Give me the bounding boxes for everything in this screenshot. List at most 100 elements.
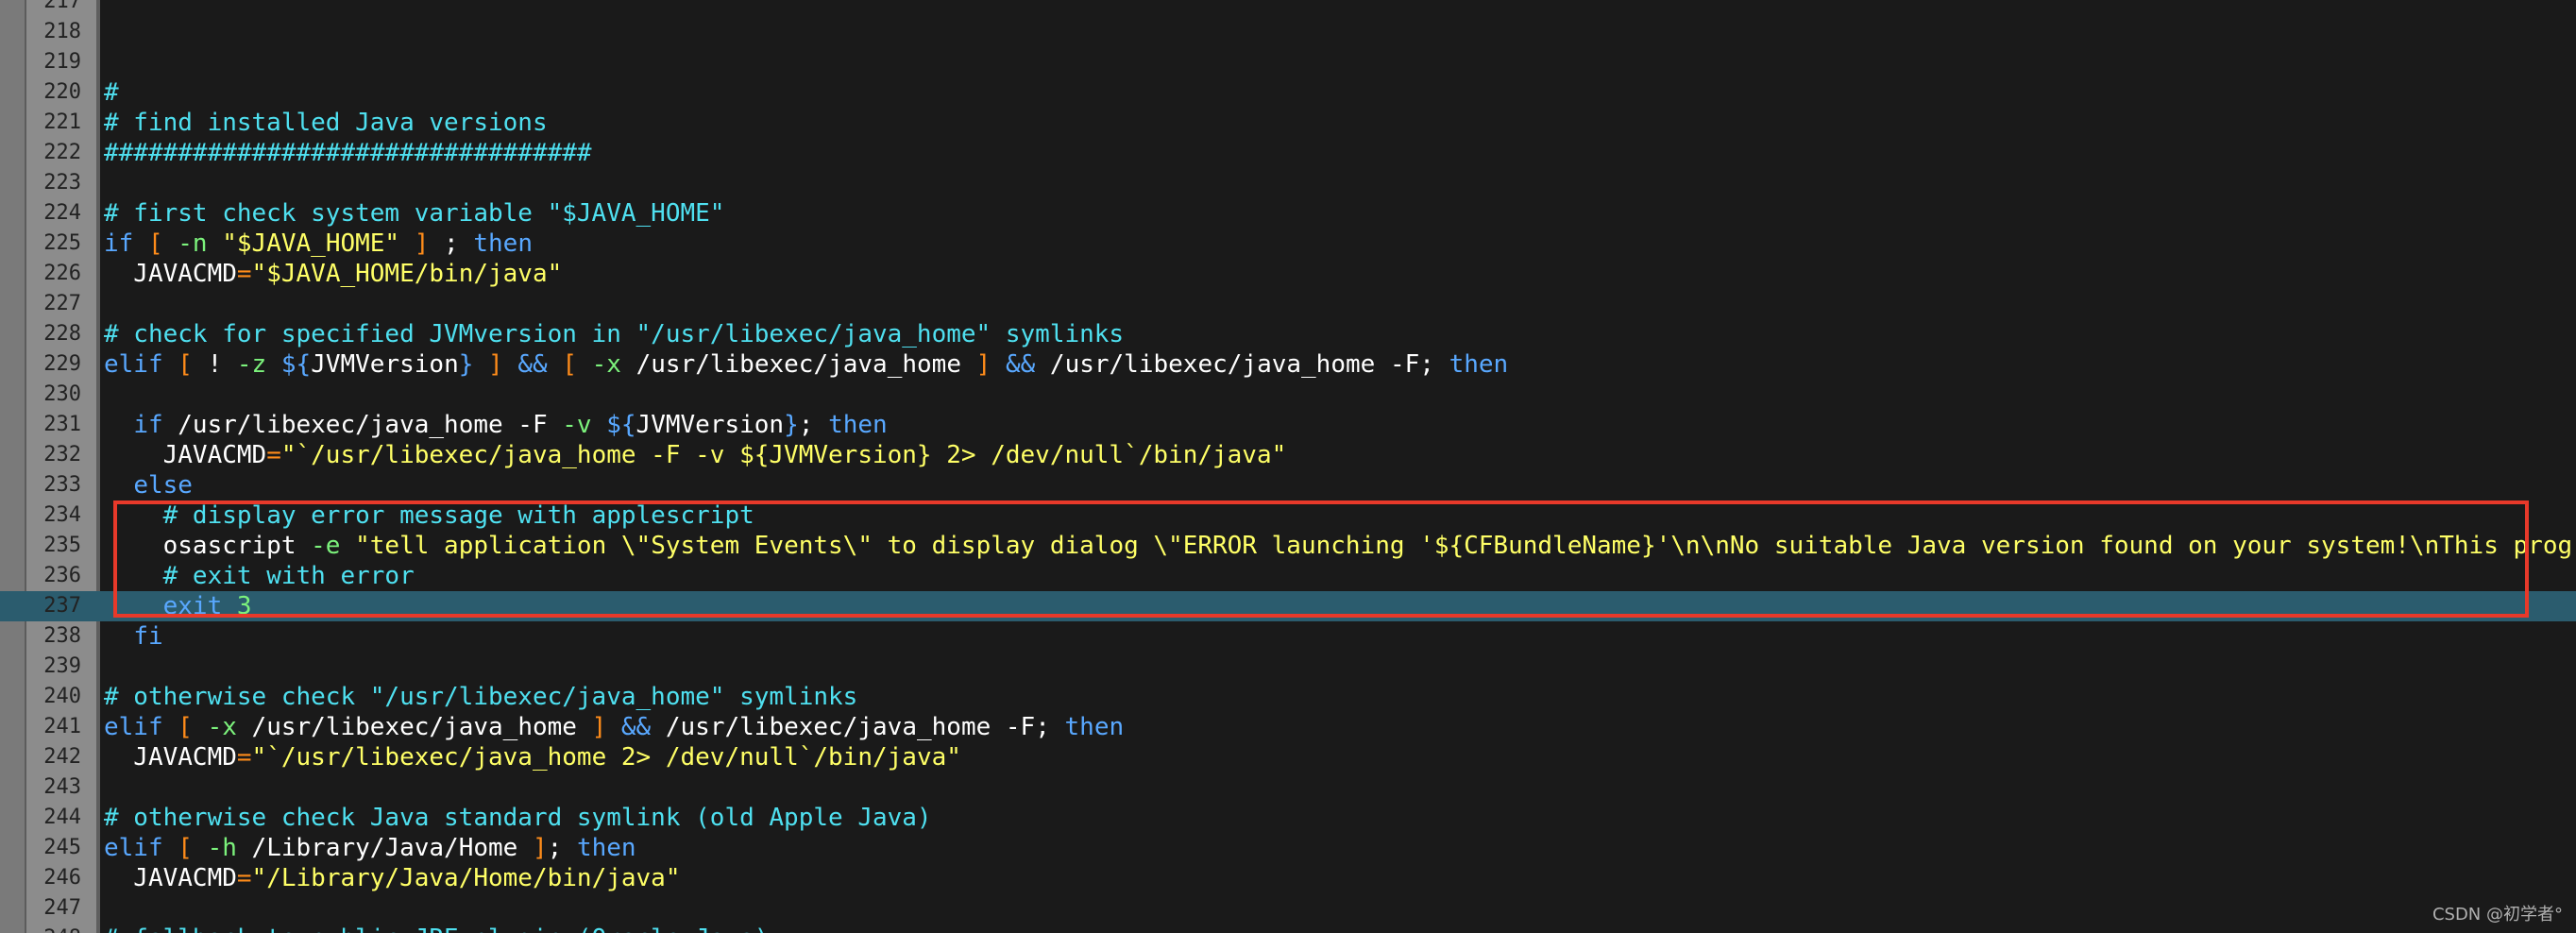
code-line[interactable]: 236 # exit with error xyxy=(0,561,2576,591)
code-line[interactable]: 229 elif [ ! -z ${JVMVersion} ] && [ -x /… xyxy=(0,349,2576,380)
code-line[interactable]: 223 xyxy=(0,168,2576,198)
line-code: fi xyxy=(104,621,162,652)
code-token: then xyxy=(1449,350,1509,379)
code-line[interactable]: 243 xyxy=(0,772,2576,803)
line-code: elif [ -x /usr/libexec/java_home ] && /u… xyxy=(104,712,1124,742)
line-number: 227 xyxy=(43,292,81,315)
code-token: then xyxy=(576,834,636,862)
line-number: 235 xyxy=(43,534,81,557)
line-number: 245 xyxy=(43,836,81,859)
code-line[interactable]: 235 osascript -e "tell application \"Sys… xyxy=(0,531,2576,561)
code-token: -x xyxy=(207,713,237,741)
code-line[interactable]: 245 elif [ -h /Library/Java/Home ]; then xyxy=(0,833,2576,863)
line-code: # otherwise check "/usr/libexec/java_hom… xyxy=(104,682,857,712)
code-token: -z xyxy=(236,350,267,379)
code-line[interactable]: 228 # check for specified JVMversion in "… xyxy=(0,319,2576,349)
code-token: ] xyxy=(414,229,430,258)
code-line[interactable]: 242 JAVACMD="`/usr/libexec/java_home 2> … xyxy=(0,742,2576,772)
line-code: osascript -e "tell application \"System … xyxy=(104,531,2573,561)
code-line[interactable]: 225 if [ -n "$JAVA_HOME" ] ; then xyxy=(0,229,2576,259)
code-token: JAVACMD xyxy=(104,441,267,469)
line-code: # check for specified JVMversion in "/us… xyxy=(104,319,1124,349)
line-code: if [ -n "$JAVA_HOME" ] ; then xyxy=(104,229,533,259)
code-editor[interactable]: 217 218 219 220 #221 # find installed Java ve… xyxy=(0,0,2576,933)
line-code: if /usr/libexec/java_home -F -v ${JVMVer… xyxy=(104,410,887,440)
code-line[interactable]: 222 ################################# xyxy=(0,138,2576,168)
code-token: -n xyxy=(178,229,208,258)
line-code: # first check system variable "$JAVA_HOM… xyxy=(104,198,724,229)
code-token: && xyxy=(620,713,652,741)
line-number: 234 xyxy=(43,503,81,527)
code-line[interactable]: 226 JAVACMD="$JAVA_HOME/bin/java" xyxy=(0,259,2576,289)
code-token: # otherwise check "/usr/libexec/java_hom… xyxy=(104,683,858,711)
code-line[interactable]: 221 # find installed Java versions xyxy=(0,108,2576,138)
code-token: # display error message with applescript xyxy=(162,501,754,530)
code-token: JAVACMD xyxy=(104,260,237,288)
code-token: # otherwise check Java standard symlink … xyxy=(104,804,932,832)
code-token: ] xyxy=(975,350,991,379)
line-code: # display error message with applescript xyxy=(104,500,754,531)
code-token: "`/usr/libexec/java_home 2> /dev/null`/b… xyxy=(251,743,961,772)
code-line[interactable]: 220 # xyxy=(0,77,2576,108)
code-token: = xyxy=(266,441,281,469)
code-line[interactable]: 246 JAVACMD="/Library/Java/Home/bin/java… xyxy=(0,863,2576,893)
code-token: "/Library/Java/Home/bin/java" xyxy=(251,864,681,892)
code-token: -v xyxy=(562,411,592,439)
line-number: 237 xyxy=(43,594,81,618)
code-line[interactable]: 227 xyxy=(0,289,2576,319)
code-line[interactable]: 224 # first check system variable "$JAVA_… xyxy=(0,198,2576,229)
code-line[interactable]: 234 # display error message with applesc… xyxy=(0,500,2576,531)
code-line[interactable]: 240 # otherwise check "/usr/libexec/java_… xyxy=(0,682,2576,712)
code-token: ] xyxy=(532,834,548,862)
code-token: } xyxy=(784,411,799,439)
code-line[interactable]: 244 # otherwise check Java standard symli… xyxy=(0,803,2576,833)
code-token: = xyxy=(236,743,252,772)
code-token: JVMVersion xyxy=(636,411,785,439)
code-line[interactable]: 238 fi xyxy=(0,621,2576,652)
code-token: ; xyxy=(547,834,577,862)
line-number: 228 xyxy=(43,322,81,346)
code-lines[interactable]: 217 218 219 220 #221 # find installed Java ve… xyxy=(0,0,2576,933)
code-line[interactable]: 230 xyxy=(0,380,2576,410)
code-line[interactable]: 247 xyxy=(0,893,2576,924)
code-token: = xyxy=(236,864,252,892)
code-line[interactable]: 231 if /usr/libexec/java_home -F -v ${JV… xyxy=(0,410,2576,440)
code-line-current[interactable]: 237 exit 3 xyxy=(0,591,2576,621)
line-number: 223 xyxy=(43,171,81,195)
line-number: 222 xyxy=(43,141,81,164)
code-token: if xyxy=(133,411,163,439)
line-number: 225 xyxy=(43,231,81,255)
code-line[interactable]: 241 elif [ -x /usr/libexec/java_home ] &&… xyxy=(0,712,2576,742)
code-token: /usr/libexec/java_home xyxy=(620,350,976,379)
code-line[interactable]: 248 # fallback to public JRE plugin (Orac… xyxy=(0,924,2576,933)
line-code: ################################# xyxy=(104,138,592,168)
code-line[interactable]: 218 xyxy=(0,17,2576,47)
code-line[interactable]: 233 else xyxy=(0,470,2576,500)
code-line[interactable]: 217 xyxy=(0,0,2576,17)
line-number: 232 xyxy=(43,443,81,466)
code-token: JVMVersion xyxy=(311,350,459,379)
line-number: 239 xyxy=(43,654,81,678)
code-line[interactable]: 232 JAVACMD="`/usr/libexec/java_home -F … xyxy=(0,440,2576,470)
code-token: "$JAVA_HOME" xyxy=(222,229,400,258)
code-token: ; xyxy=(798,411,829,439)
code-token: # exit with error xyxy=(162,562,415,590)
code-token: "tell application \"System Events\" to d… xyxy=(355,532,2573,560)
line-number: 247 xyxy=(43,896,81,920)
line-number: 238 xyxy=(43,624,81,648)
code-line[interactable]: 219 xyxy=(0,47,2576,77)
line-number: 217 xyxy=(43,0,81,13)
code-line[interactable]: 239 xyxy=(0,652,2576,682)
code-token: && xyxy=(517,350,548,379)
line-number: 248 xyxy=(26,924,81,933)
